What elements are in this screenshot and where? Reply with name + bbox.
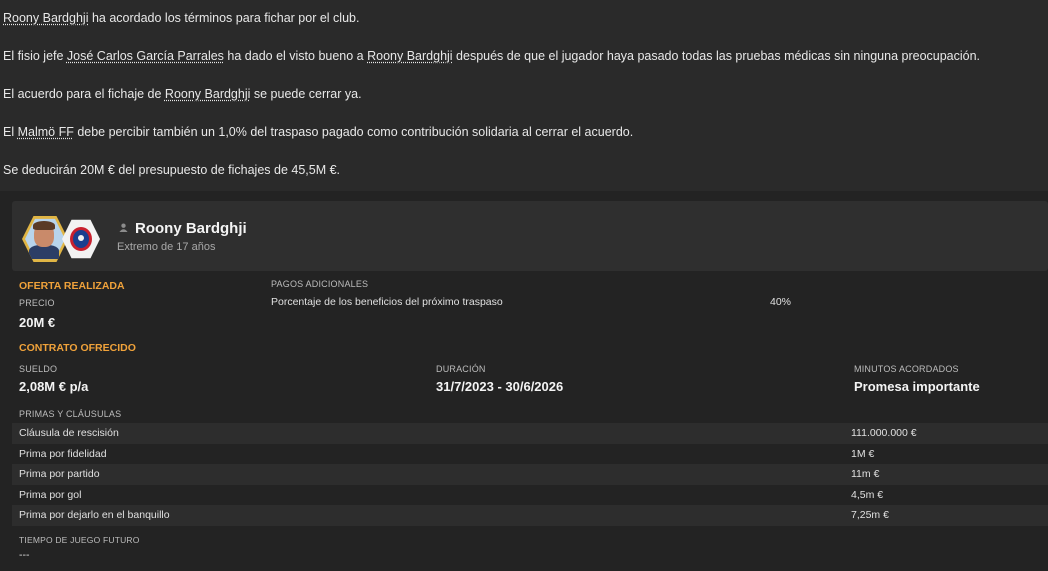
message-line: Se deducirán 20M € del presupuesto de fi… [3,163,341,177]
player-subtitle: Extremo de 17 años [117,241,216,253]
table-row: Prima por fidelidad 1M € [12,444,1048,465]
bonus-name: Prima por fidelidad [19,447,107,460]
contract-section-title: CONTRATO OFRECIDO [19,342,136,354]
message-text: debe percibir también un 1,0% del traspa… [73,125,634,139]
message-text: El fisio jefe [3,49,67,63]
bonuses-label: PRIMAS Y CLÁUSULAS [19,409,122,419]
bonus-value: 7,25m € [851,509,889,521]
wage-label: SUELDO [19,364,58,374]
bonus-value: 1M € [851,447,875,460]
offer-section-title: OFERTA REALIZADA [19,280,125,292]
duration-label: DURACIÓN [436,364,486,374]
message-line: El Malmö FF debe percibir también un 1,0… [3,124,633,140]
physio-link[interactable]: José Carlos García Parrales [67,49,224,63]
player-link[interactable]: Roony Bardghji [3,11,88,25]
extras-value: 40% [770,296,792,308]
player-link[interactable]: Roony Bardghji [367,49,452,63]
wage-value: 2,08M € p/a [19,379,89,394]
price-value: 20M € [19,315,56,330]
message-text: El acuerdo para el fichaje de [3,87,165,101]
bonus-name: Prima por gol [19,488,82,501]
message-line: El fisio jefe José Carlos García Parrale… [3,48,980,64]
bonus-name: Cláusula de rescisión [19,427,119,439]
bonus-value: 111.000.000 € [851,427,917,439]
minutes-label: MINUTOS ACORDADOS [854,364,959,374]
bonus-value: 4,5m € [851,488,884,501]
message-text: después de que el jugador haya pasado to… [452,49,981,63]
duration-value: 31/7/2023 - 30/6/2026 [436,379,564,394]
bonus-value: 11m € [851,468,880,480]
future-value: --- [19,549,30,561]
transfer-details-panel: Roony Bardghji Extremo de 17 años OFERTA… [0,191,1048,571]
table-row: Prima por dejarlo en el banquillo 7,25m … [12,505,1048,526]
message-text: ha dado el visto bueno a [223,49,368,63]
message-text: se puede cerrar ya. [250,87,362,101]
player-badges [22,215,106,263]
club-crest-icon[interactable] [70,227,92,251]
player-name[interactable]: Roony Bardghji [135,220,247,237]
extras-label: PAGOS ADICIONALES [271,279,369,289]
bonus-name: Prima por partido [19,468,100,480]
bonus-name: Prima por dejarlo en el banquillo [19,509,170,521]
future-label: TIEMPO DE JUEGO FUTURO [19,535,140,545]
player-link[interactable]: Roony Bardghji [165,87,250,101]
minutes-value: Promesa importante [854,379,980,394]
message-text: El [3,125,18,139]
price-label: PRECIO [19,298,55,308]
club-link[interactable]: Malmö FF [18,125,74,139]
message-line: Roony Bardghji ha acordado los términos … [3,10,359,26]
message-line: El acuerdo para el fichaje de Roony Bard… [3,86,362,102]
player-portrait-icon[interactable] [22,215,68,263]
table-row: Cláusula de rescisión 111.000.000 € [12,423,1048,444]
extras-item: Porcentaje de los beneficios del próximo… [271,296,503,308]
message-text: ha acordado los términos para fichar por… [88,11,360,25]
player-card[interactable]: Roony Bardghji Extremo de 17 años [12,201,1048,271]
table-row: Prima por gol 4,5m € [12,485,1048,506]
person-icon [119,223,128,232]
bonuses-table: Cláusula de rescisión 111.000.000 € Prim… [12,423,1048,526]
table-row: Prima por partido 11m € [12,464,1048,485]
